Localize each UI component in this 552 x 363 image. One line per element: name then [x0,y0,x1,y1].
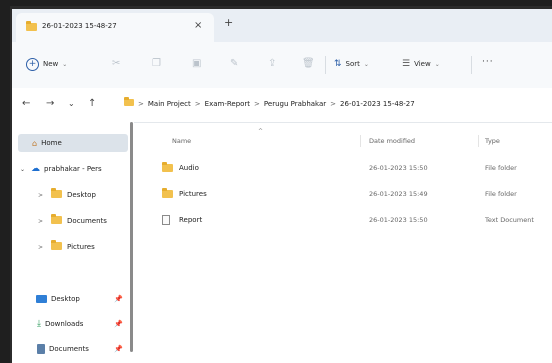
pin-icon[interactable]: 📌 [114,295,123,303]
table-row[interactable]: Report 26-01-2023 15:50 Text Document [142,212,552,230]
forward-button[interactable]: → [46,98,54,109]
breadcrumb[interactable]: > Main Project > Exam-Report > Perugu Pr… [124,97,415,108]
folder-icon [26,21,37,33]
quick-access-documents[interactable]: Documents [12,340,130,358]
documents-icon [37,344,45,354]
chevron-right-icon: > [38,191,44,199]
file-date: 26-01-2023 15:49 [369,190,428,198]
chevron-down-icon: ⌄ [434,60,440,68]
table-row[interactable]: Audio 26-01-2023 15:50 File folder [142,160,552,178]
breadcrumb-item[interactable]: Main Project [148,100,191,108]
folder-icon [51,214,63,226]
table-row[interactable]: Pictures 26-01-2023 15:49 File folder [142,186,552,204]
pin-icon[interactable]: 📌 [114,320,123,328]
view-button-label: View [414,60,431,68]
sidebar-item-documents[interactable]: > Documents [12,212,130,230]
folder-icon [51,240,63,252]
plus-icon: + [26,57,39,71]
view-button[interactable]: ☰ View ⌄ [402,56,440,72]
navigation-pane: ⌂ Home ⌄ ☁ prabhakar - Pers > Desktop > … [12,122,134,363]
column-header-type[interactable]: Type [485,137,500,145]
text-document-icon [162,215,170,227]
tab-strip: 26-01-2023 15-48-27 × + [12,9,552,42]
file-type: File folder [485,164,517,172]
file-list: Name ^ Date modified Type Audio 26-01-20… [142,122,552,363]
file-name: Report [179,216,203,224]
new-button-label: New [43,60,59,68]
column-divider[interactable] [478,135,479,147]
chevron-down-icon: ⌄ [62,60,68,68]
share-icon[interactable]: ⇪ [268,58,276,69]
new-tab-button[interactable]: + [224,16,233,29]
column-header-name[interactable]: Name [172,137,191,145]
file-explorer-window: 26-01-2023 15-48-27 × + + New ⌄ ✂ ❐ ▣ ✎ … [10,6,552,363]
quick-access-desktop[interactable]: Desktop [12,290,130,308]
chevron-down-icon: ⌄ [363,60,369,68]
pin-icon[interactable]: 📌 [114,345,123,353]
folder-icon [124,97,134,108]
delete-icon[interactable]: 🗑 [302,58,315,69]
chevron-down-icon: ⌄ [20,165,26,173]
sort-icon: ⇅ [334,59,342,69]
folder-icon [162,188,173,200]
toolbar-divider [471,56,472,74]
file-date: 26-01-2023 15:50 [369,164,428,172]
more-options-button[interactable]: ··· [482,57,494,67]
file-name: Audio [179,164,199,172]
copy-icon[interactable]: ❐ [152,58,161,69]
column-divider[interactable] [360,135,361,147]
up-button[interactable]: ↑ [88,98,96,109]
sort-button-label: Sort [345,60,360,68]
breadcrumb-item-current[interactable]: 26-01-2023 15-48-27 [340,100,415,108]
breadcrumb-item[interactable]: Perugu Prabhakar [264,100,326,108]
chevron-right-icon: > [38,217,44,225]
recent-locations-button[interactable]: ⌄ [68,99,75,108]
column-header-date[interactable]: Date modified [369,137,415,145]
sort-button[interactable]: ⇅ Sort ⌄ [334,56,369,72]
file-date: 26-01-2023 15:50 [369,216,428,224]
file-type: Text Document [485,216,534,224]
file-name: Pictures [179,190,207,198]
sidebar-item-home[interactable]: ⌂ Home [18,134,128,152]
quick-access-downloads[interactable]: ⤓ Downloads [12,315,130,333]
rename-icon[interactable]: ✎ [230,58,238,69]
sidebar-item-pictures[interactable]: > Pictures [12,238,130,256]
view-icon: ☰ [402,59,411,69]
sidebar-scrollbar[interactable] [130,122,133,352]
close-tab-button[interactable]: × [194,20,202,31]
download-icon: ⤓ [37,319,41,329]
tab-title: 26-01-2023 15-48-27 [42,22,117,30]
sidebar-item-onedrive[interactable]: ⌄ ☁ prabhakar - Pers [12,160,130,178]
chevron-right-icon: > [38,243,44,251]
file-type: File folder [485,190,517,198]
breadcrumb-item[interactable]: Exam-Report [205,100,250,108]
command-bar: + New ⌄ ✂ ❐ ▣ ✎ ⇪ 🗑 ⇅ Sort ⌄ ☰ View ⌄ ··… [12,42,552,88]
cloud-icon: ☁ [31,164,41,174]
folder-icon [51,188,63,200]
toolbar-divider [325,56,326,74]
paste-icon[interactable]: ▣ [192,58,201,69]
sort-indicator-icon: ^ [258,128,264,135]
cut-icon[interactable]: ✂ [112,58,120,69]
folder-icon [162,162,173,174]
back-button[interactable]: ← [22,98,30,109]
sidebar-item-desktop[interactable]: > Desktop [12,186,130,204]
new-button[interactable]: + New ⌄ [26,56,67,72]
tab-current-folder[interactable]: 26-01-2023 15-48-27 × [16,13,214,42]
home-icon: ⌂ [32,138,38,148]
desktop-icon [36,295,47,303]
address-bar: ← → ⌄ ↑ > Main Project > Exam-Report > P… [12,88,552,123]
